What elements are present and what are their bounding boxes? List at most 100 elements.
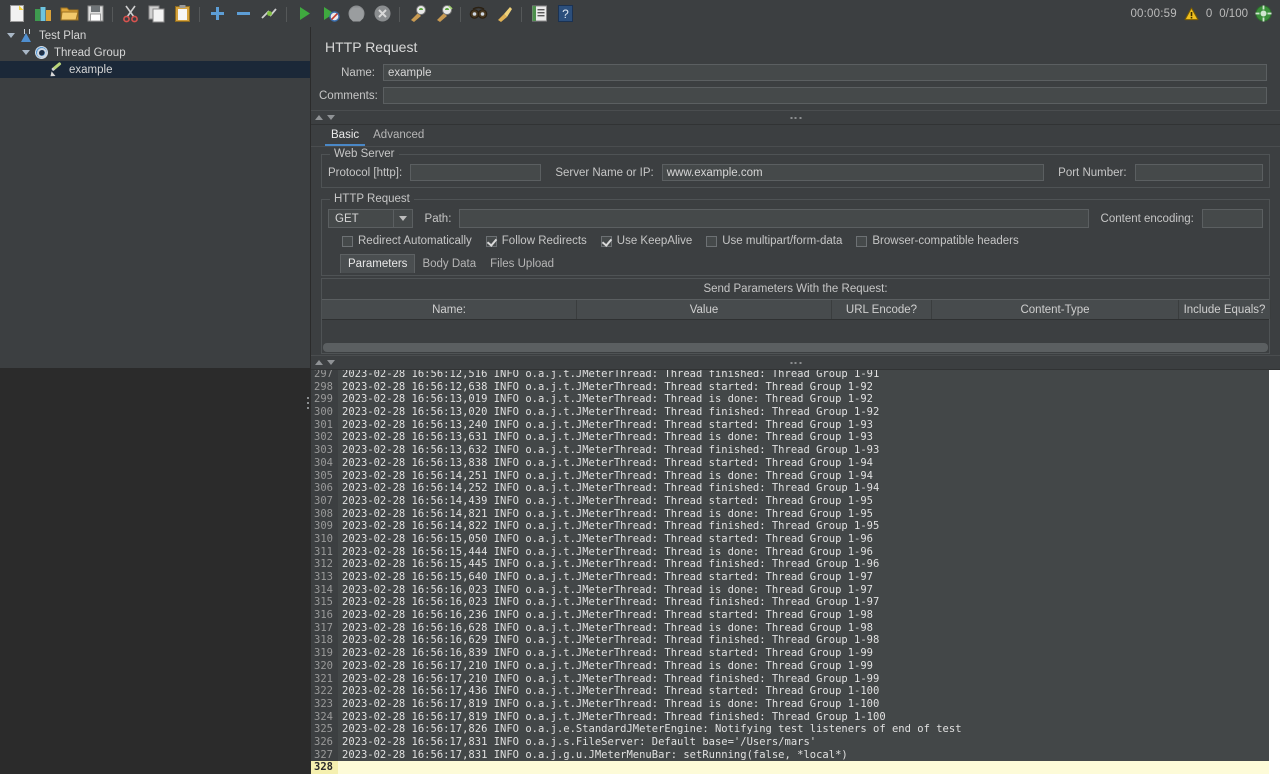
log-line-number: 323 (311, 697, 338, 711)
tree-item-test-plan[interactable]: Test Plan (0, 27, 310, 44)
log-line-text: 2023-02-28 16:56:16,629 INFO o.a.j.t.JMe… (342, 634, 880, 647)
checkmark-icon[interactable] (485, 235, 497, 247)
log-collapse-up-icon[interactable] (315, 360, 323, 365)
splitter-arrows[interactable] (311, 115, 335, 120)
server-name-input[interactable]: www.example.com (661, 164, 1045, 181)
parameters-horizontal-scrollbar[interactable] (323, 343, 1268, 352)
save-icon[interactable] (82, 2, 108, 26)
collapse-down-icon[interactable] (327, 115, 335, 120)
help-icon[interactable]: ? (552, 2, 578, 26)
clear-icon[interactable] (404, 2, 430, 26)
paste-icon[interactable] (169, 2, 195, 26)
checkbox-follow-redirects[interactable]: Follow Redirects (485, 235, 587, 247)
reset-search-icon[interactable] (491, 2, 517, 26)
subtab-body-data[interactable]: Body Data (415, 255, 483, 273)
comments-input[interactable] (383, 87, 1267, 104)
http-method-select[interactable]: GET (328, 209, 413, 228)
tree-item-thread-group[interactable]: Thread Group (0, 44, 310, 61)
checkbox-box-icon[interactable] (706, 235, 718, 247)
log-line: 326 2023-02-28 16:56:17,831 INFO o.a.j.s.… (311, 735, 1269, 749)
path-input[interactable] (459, 209, 1089, 228)
name-label: Name: (341, 66, 375, 79)
cut-icon[interactable] (117, 2, 143, 26)
clear-all-icon[interactable] (430, 2, 456, 26)
copy-icon[interactable] (143, 2, 169, 26)
search-icon[interactable] (465, 2, 491, 26)
collapse-up-icon[interactable] (315, 115, 323, 120)
checkbox-box-icon[interactable] (342, 235, 353, 247)
web-server-row: Protocol [http]: Server Name or IP: www.… (328, 164, 1263, 181)
log-line-text: 2023-02-28 16:56:13,631 INFO o.a.j.t.JMe… (342, 431, 874, 444)
log-line-text: 2023-02-28 16:56:15,640 INFO o.a.j.t.JMe… (342, 571, 874, 583)
log-text-area[interactable]: 297 2023-02-28 16:56:12,516 INFO o.a.j.t.… (311, 368, 1269, 774)
log-line-number: 303 (311, 444, 338, 457)
param-column-header[interactable]: Content-Type (932, 300, 1179, 319)
protocol-input[interactable] (410, 164, 542, 181)
param-column-header[interactable]: Value (577, 300, 832, 319)
log-line: 317 2023-02-28 16:56:16,628 INFO o.a.j.t.… (311, 621, 1269, 635)
chevron-down-icon[interactable] (392, 210, 412, 227)
request-data-tabs[interactable]: Parameters Body Data Files Upload (328, 254, 1263, 273)
warning-count-label: 0 (1205, 7, 1213, 20)
checkbox-redirect-automatically[interactable]: Redirect Automatically (342, 235, 472, 247)
function-helper-icon[interactable] (526, 2, 552, 26)
tab-advanced[interactable]: Advanced (367, 127, 430, 146)
test-plan-flask-icon (18, 28, 35, 43)
log-line: 303 2023-02-28 16:56:13,632 INFO o.a.j.t.… (311, 444, 1269, 457)
warning-triangle-icon[interactable] (1184, 7, 1199, 21)
log-line-number: 313 (311, 571, 338, 584)
remote-engines-icon[interactable] (1255, 5, 1272, 22)
subtab-parameters[interactable]: Parameters (340, 254, 416, 273)
param-column-header[interactable]: URL Encode? (832, 300, 932, 319)
checkbox-box-icon[interactable] (856, 235, 868, 247)
log-line-text: 2023-02-28 16:56:16,236 INFO o.a.j.t.JMe… (342, 609, 874, 622)
param-column-header[interactable]: Name: (322, 300, 577, 319)
page-title: HTTP Request (325, 39, 418, 55)
start-icon[interactable] (291, 2, 317, 26)
stop-icon[interactable] (343, 2, 369, 26)
toggle-icon[interactable] (256, 2, 282, 26)
checkbox-use-multipart-form-data[interactable]: Use multipart/form-data (706, 235, 842, 247)
log-line-text: 2023-02-28 16:56:14,252 INFO o.a.j.t.JMe… (342, 482, 880, 495)
editor-splitter[interactable] (311, 110, 1280, 125)
tree-expand-toggle-icon[interactable] (4, 29, 18, 43)
log-line: 307 2023-02-28 16:56:14,439 INFO o.a.j.t.… (311, 494, 1269, 508)
log-line-number: 306 (311, 482, 338, 495)
log-splitter-grip-dots-icon[interactable] (790, 361, 801, 364)
splitter-grip-icon[interactable] (790, 116, 801, 119)
checkbox-browser-compatible-headers[interactable]: Browser-compatible headers (856, 235, 1019, 247)
checkmark-icon[interactable] (600, 235, 612, 247)
new-file-icon[interactable] (4, 2, 30, 26)
tree-item-example[interactable]: example (0, 61, 310, 78)
log-line-number: 311 (311, 545, 338, 559)
log-line: 318 2023-02-28 16:56:16,629 INFO o.a.j.t.… (311, 634, 1269, 648)
toolbar-separator (456, 5, 465, 23)
templates-icon[interactable] (30, 2, 56, 26)
open-icon[interactable] (56, 2, 82, 26)
log-line-number: 322 (311, 685, 338, 698)
start-no-pauses-icon[interactable] (317, 2, 343, 26)
port-number-label: Port Number: (1058, 166, 1127, 179)
log-line-number: 316 (311, 609, 338, 622)
subtab-files-upload[interactable]: Files Upload (483, 255, 561, 273)
log-vertical-scrollbar[interactable] (1269, 368, 1280, 774)
param-column-header[interactable]: Include Equals? (1179, 300, 1271, 319)
toolbar-status-area: 00:00:59 0 0/100 (1130, 5, 1280, 22)
name-input[interactable]: example (383, 64, 1267, 81)
log-line: 312 2023-02-28 16:56:15,445 INFO o.a.j.t.… (311, 558, 1269, 571)
log-line: 324 2023-02-28 16:56:17,819 INFO o.a.j.t.… (311, 710, 1269, 724)
log-collapse-down-icon[interactable] (327, 360, 335, 365)
thread-counter-label: 0/100 (1219, 7, 1248, 20)
editor-tabs[interactable]: Basic Advanced (311, 125, 1280, 147)
tab-basic[interactable]: Basic (325, 127, 366, 146)
expand-all-icon[interactable] (204, 2, 230, 26)
log-splitter-arrows[interactable] (311, 360, 335, 365)
port-number-input[interactable] (1134, 164, 1263, 181)
log-splitter[interactable] (311, 355, 1280, 370)
tree-expand-toggle-icon[interactable] (19, 46, 33, 60)
content-encoding-input[interactable] (1201, 209, 1263, 228)
collapse-all-icon[interactable] (230, 2, 256, 26)
checkbox-use-keepalive[interactable]: Use KeepAlive (600, 235, 692, 247)
web-server-legend: Web Server (330, 148, 399, 160)
shutdown-icon[interactable] (369, 2, 395, 26)
